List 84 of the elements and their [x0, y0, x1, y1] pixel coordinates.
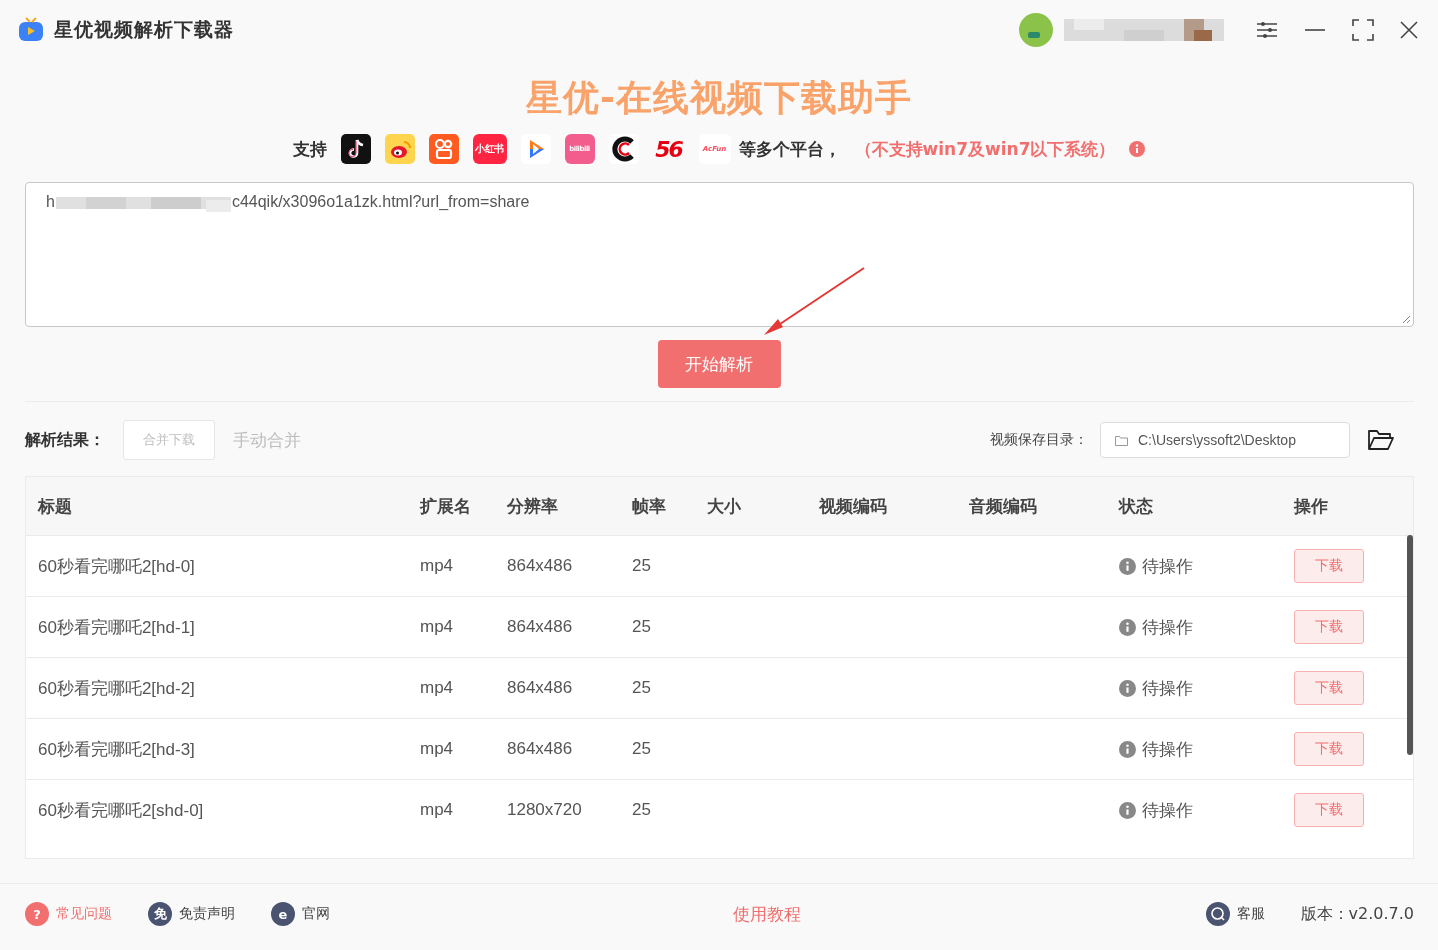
platform-logo: 56 — [654, 135, 684, 164]
play-logo-icon — [520, 134, 551, 164]
save-dir-label: 视频保存目录： — [990, 431, 1088, 449]
user-avatar-icon[interactable] — [1018, 12, 1054, 48]
status-text: 待操作 — [1142, 615, 1193, 639]
table-cell-text: 25 — [632, 800, 652, 820]
info-icon[interactable] — [1129, 141, 1146, 157]
column-header: 扩展名 — [420, 494, 472, 518]
version-text: 版本：v2.0.7.0 — [1300, 903, 1414, 925]
download-button[interactable]: 下载 — [1294, 610, 1364, 644]
platforms-note: 等多个平台， — [738, 137, 841, 161]
platform-logo: 小红书 — [472, 134, 507, 164]
settings-icon[interactable] — [1256, 20, 1278, 40]
table-cell-text: 864x486 — [507, 556, 574, 576]
support-label: 支持 — [292, 137, 327, 161]
close-icon[interactable] — [1400, 21, 1418, 39]
save-dir-field[interactable]: C:\Users\yssoft2\Desktop — [1100, 422, 1350, 458]
tutorial-link[interactable]: 使用教程 — [733, 902, 802, 926]
eye-logo-icon — [384, 134, 415, 164]
table-cell-text: 25 — [632, 556, 652, 576]
table-cell-text: 25 — [632, 617, 652, 637]
table-cell-text: 864x486 — [507, 678, 574, 698]
info-icon — [1119, 679, 1136, 697]
status-text: 待操作 — [1142, 676, 1193, 700]
browser-icon: e — [271, 902, 295, 926]
column-header: 状态 — [1119, 494, 1154, 518]
scrollbar[interactable] — [1407, 535, 1413, 755]
download-button[interactable]: 下载 — [1294, 793, 1364, 827]
download-button[interactable]: 下载 — [1294, 549, 1364, 583]
table-cell-text: mp4 — [420, 617, 455, 637]
camera-logo-icon — [428, 134, 459, 164]
table-cell-text: 60秒看完哪吒2[hd-3] — [38, 738, 196, 761]
status-text: 待操作 — [1142, 554, 1193, 578]
table-cell-text: 60秒看完哪吒2[hd-2] — [38, 677, 196, 700]
info-icon — [1119, 618, 1136, 636]
table-cell-text: mp4 — [420, 800, 455, 820]
info-icon — [1119, 740, 1136, 758]
table-cell-text: 60秒看完哪吒2[hd-0] — [38, 555, 196, 578]
table-cell-text: 864x486 — [507, 739, 574, 759]
table-cell-text: 25 — [632, 678, 652, 698]
download-button[interactable]: 下载 — [1294, 671, 1364, 705]
column-header: 视频编码 — [819, 494, 888, 518]
column-header: 大小 — [707, 494, 742, 518]
ring-logo-icon — [608, 134, 639, 164]
download-button[interactable]: 下载 — [1294, 732, 1364, 766]
status-text: 待操作 — [1142, 798, 1193, 822]
status-text: 待操作 — [1142, 737, 1193, 761]
column-header: 音频编码 — [969, 494, 1038, 518]
url-text: c44qik/x3096o1a1zk.html?url_from=share — [231, 193, 530, 210]
open-folder-icon[interactable] — [1368, 429, 1394, 451]
column-header: 标题 — [38, 494, 73, 518]
window-title: 星优视频解析下载器 — [54, 17, 234, 42]
table-cell-text: 25 — [632, 739, 652, 759]
info-icon — [1119, 801, 1136, 819]
column-header: 操作 — [1294, 494, 1329, 518]
footer-link[interactable]: 免 免责声明 — [148, 902, 235, 926]
info-icon — [1119, 557, 1136, 575]
minimize-icon[interactable] — [1304, 28, 1326, 32]
help-icon: ? — [25, 902, 49, 926]
column-header: 帧率 — [632, 494, 667, 518]
chat-icon — [1205, 902, 1230, 926]
table-cell-text: mp4 — [420, 678, 455, 698]
table-cell-text: 60秒看完哪吒2[hd-1] — [38, 616, 196, 639]
table-cell-text: mp4 — [420, 739, 455, 759]
music-note-logo-icon — [340, 134, 371, 164]
folder-icon — [1115, 434, 1128, 446]
maximize-icon[interactable] — [1352, 19, 1374, 41]
start-parse-button[interactable]: 开始解析 — [657, 340, 781, 388]
system-warning: （不支持win7及win7以下系统） — [854, 137, 1116, 161]
support-link[interactable]: 客服 — [1205, 902, 1265, 926]
table-cell-text: 1280x720 — [507, 800, 583, 820]
footer-link[interactable]: ? 常见问题 — [25, 902, 112, 926]
table-cell-text: 60秒看完哪吒2[shd-0] — [38, 799, 205, 822]
table-cell-text: mp4 — [420, 556, 455, 576]
url-text: h — [46, 193, 55, 210]
url-input-field[interactable]: h c44qik/x3096o1a1zk.html?url_from=share — [25, 182, 1414, 327]
disclaimer-icon: 免 — [148, 902, 172, 926]
app-logo-icon — [18, 17, 44, 43]
app-headline: 星优-在线视频下载助手 — [526, 76, 912, 120]
table-cell-text: 864x486 — [507, 617, 574, 637]
results-label: 解析结果： — [25, 429, 105, 451]
column-header: 分辨率 — [507, 494, 559, 518]
resize-grip-icon[interactable] — [1401, 314, 1411, 324]
footer-link[interactable]: e 官网 — [271, 902, 330, 926]
